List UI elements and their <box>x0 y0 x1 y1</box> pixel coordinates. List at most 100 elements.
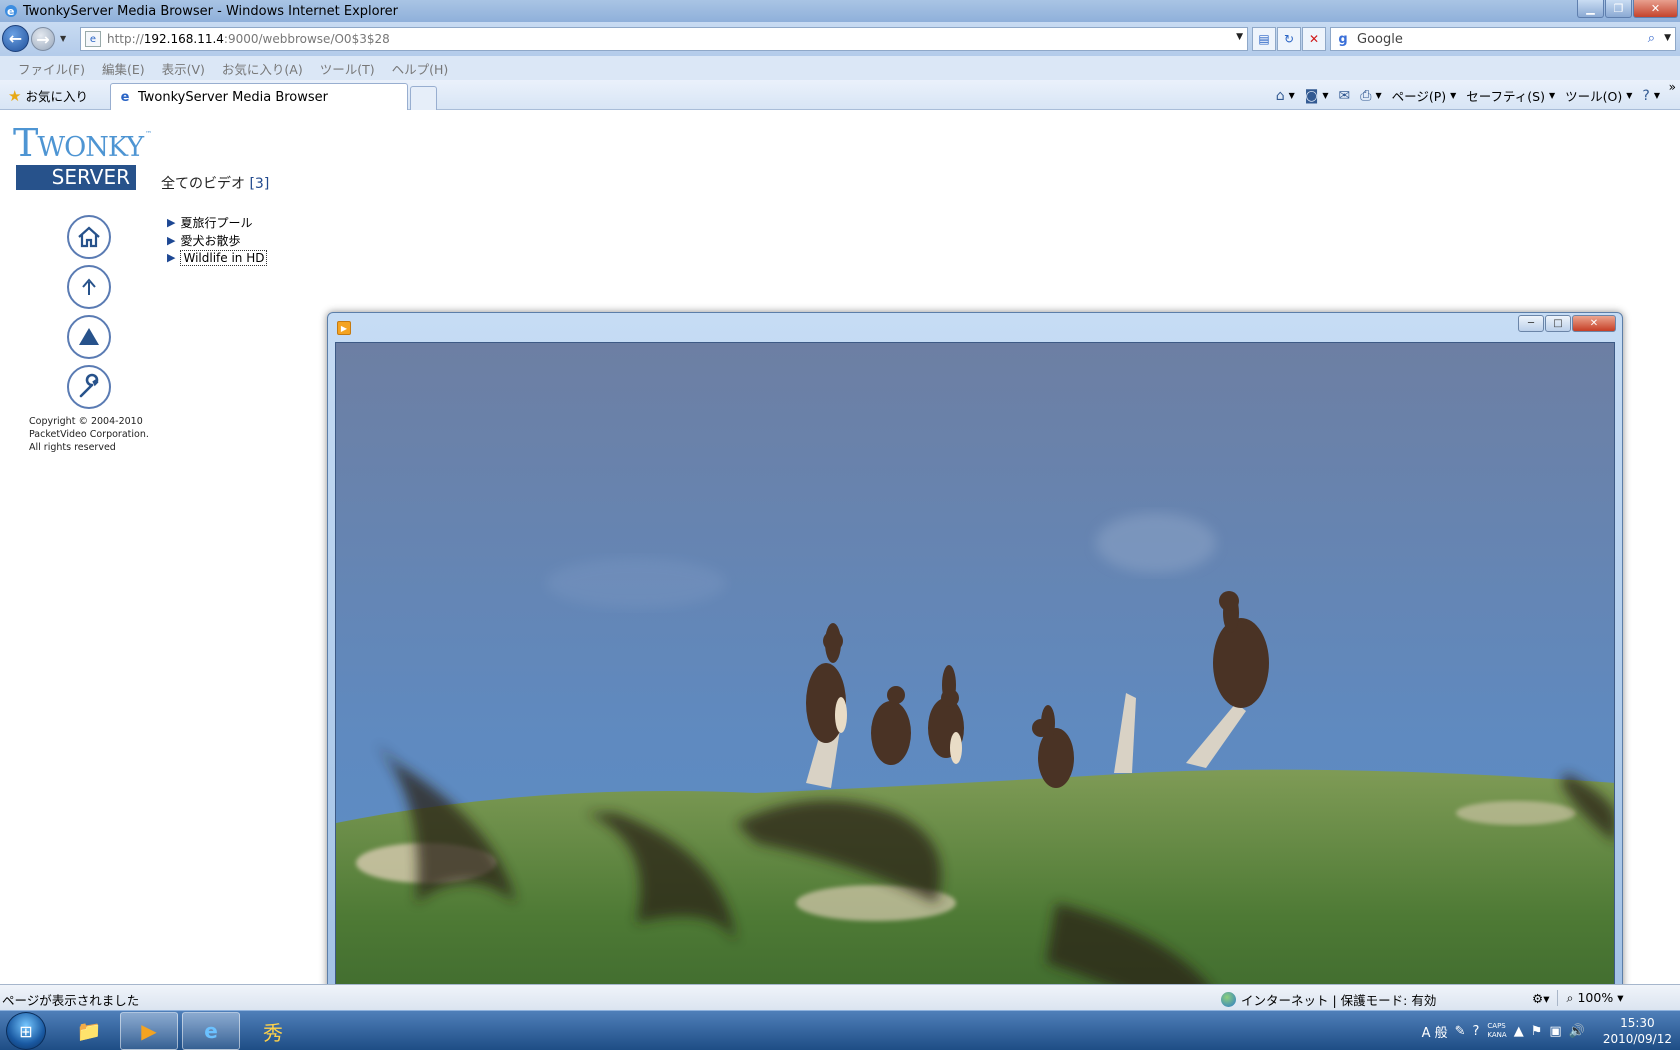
home-icon: ⌂ <box>1275 87 1285 104</box>
media-player-icon: ▶ <box>141 1019 157 1043</box>
twonky-logo[interactable]: Twonky ™ SERVER <box>13 124 152 194</box>
flag-icon[interactable]: ⚑ <box>1531 1024 1543 1039</box>
search-dropdown-icon[interactable]: ▼ <box>1664 33 1671 43</box>
menu-help[interactable]: ヘルプ(H) <box>392 59 449 78</box>
refresh-icon[interactable]: ↻ <box>1277 27 1301 51</box>
breadcrumb: 全てのビデオ [3] <box>161 176 270 192</box>
top-nav-button[interactable] <box>67 315 111 359</box>
back-arrow-icon: ← <box>8 29 23 48</box>
network-icon[interactable]: ▣ <box>1549 1024 1561 1039</box>
video-minimize-button[interactable]: ─ <box>1518 315 1544 332</box>
feeds-button[interactable]: ◙ ▼ <box>1305 88 1329 104</box>
tray-expand-icon[interactable]: ▲ <box>1514 1024 1524 1039</box>
play-triangle-icon: ▶ <box>167 216 176 230</box>
window-titlebar: e TwonkyServer Media Browser - Windows I… <box>0 0 1680 22</box>
play-triangle-icon: ▶ <box>167 233 176 247</box>
mail-icon: ✉ <box>1338 87 1351 104</box>
folder-icon: 📁 <box>76 1019 102 1043</box>
forward-arrow-icon: → <box>36 29 50 49</box>
caps-kana-indicator: CAPS KANA <box>1487 1022 1507 1039</box>
video-player-window[interactable]: ▶ ─ □ ✕ <box>327 312 1623 1050</box>
home-nav-button[interactable] <box>67 215 111 259</box>
minimize-button[interactable]: ▁ <box>1577 0 1604 18</box>
window-title: TwonkyServer Media Browser - Windows Int… <box>23 3 398 19</box>
more-chevron-icon[interactable]: » <box>1669 80 1676 94</box>
favorites-button[interactable]: ★ お気に入り <box>8 86 88 105</box>
zoom-icon: ⌕ <box>1566 990 1574 1005</box>
explorer-taskbar-button[interactable]: 📁 <box>60 1012 118 1050</box>
menu-tools[interactable]: ツール(T) <box>320 59 375 78</box>
search-icon[interactable]: ⌕ <box>1648 31 1655 46</box>
svg-text:e: e <box>7 5 14 18</box>
addon-icon[interactable]: ⚙▾ <box>1532 991 1549 1006</box>
play-triangle-icon: ▶ <box>167 251 176 265</box>
tab-twonky[interactable]: e TwonkyServer Media Browser <box>110 83 408 110</box>
google-icon: g <box>1338 31 1348 47</box>
up-icon <box>82 278 96 295</box>
tools-menu[interactable]: ツール(O) ▼ <box>1565 86 1632 105</box>
system-tray: A 般 ✎ ? CAPS KANA ▲ ⚑ ▣ 🔊 15:30 2010/09/1… <box>1415 1011 1672 1050</box>
status-bar: ページが表示されました インターネット | 保護モード: 有効 ⚙▾ ⌕ 100… <box>0 984 1680 1010</box>
new-tab-button[interactable] <box>410 86 437 110</box>
ime-icon[interactable]: A 般 <box>1422 1022 1448 1041</box>
menu-favorites[interactable]: お気に入り(A) <box>222 59 303 78</box>
video-close-button[interactable]: ✕ <box>1572 315 1616 332</box>
safety-menu[interactable]: セーフティ(S) ▼ <box>1466 86 1555 105</box>
close-button[interactable]: ✕ <box>1633 0 1678 18</box>
up-nav-button[interactable] <box>67 265 111 309</box>
zoom-control[interactable]: ⌕ 100% ▾ <box>1566 990 1623 1006</box>
app-taskbar-button[interactable]: 秀 <box>244 1012 302 1050</box>
home-icon <box>78 226 100 248</box>
windows-logo-icon: ⊞ <box>19 1021 33 1041</box>
address-input[interactable]: e http://192.168.11.4:9000/webbrowse/O0$… <box>80 27 1248 51</box>
search-input[interactable]: g Google ⌕ ▼ <box>1330 27 1676 51</box>
address-dropdown-icon[interactable]: ▼ <box>1236 32 1243 42</box>
menu-edit[interactable]: 編集(E) <box>102 59 145 78</box>
copyright-text: Copyright © 2004-2010 PacketVideo Corpor… <box>29 416 149 453</box>
address-url[interactable]: http://192.168.11.4:9000/webbrowse/O0$3$… <box>107 32 390 46</box>
page-content: Twonky ™ SERVER 全てのビデオ [3] Copyright © 2… <box>0 111 1680 1050</box>
video-frame-image <box>336 343 1614 1050</box>
menu-view[interactable]: 表示(V) <box>162 59 205 78</box>
rss-icon: ◙ <box>1304 87 1319 104</box>
ie-icon: e <box>204 1019 218 1043</box>
settings-nav-button[interactable] <box>67 365 111 409</box>
forward-button[interactable]: → <box>31 27 55 51</box>
ime-tool-icon[interactable]: ✎ <box>1455 1024 1466 1039</box>
menu-file[interactable]: ファイル(F) <box>18 59 85 78</box>
wrench-icon <box>79 373 99 398</box>
stop-icon[interactable]: ✕ <box>1302 27 1326 51</box>
help-icon: ? <box>1642 87 1650 104</box>
top-icon <box>79 328 99 345</box>
clock[interactable]: 15:30 2010/09/12 <box>1603 1015 1672 1047</box>
globe-icon <box>1221 992 1236 1007</box>
mail-button[interactable]: ✉ <box>1339 88 1351 104</box>
history-dropdown-icon[interactable]: ▼ <box>60 34 66 43</box>
ie-taskbar-button[interactable]: e <box>182 1012 240 1050</box>
video-maximize-button[interactable]: □ <box>1545 315 1571 332</box>
volume-icon[interactable]: 🔊 <box>1569 1024 1585 1039</box>
ie-icon: e <box>5 5 17 18</box>
address-row: ← → ▼ e http://192.168.11.4:9000/webbrow… <box>0 22 1680 56</box>
list-item[interactable]: ▶ Wildlife in HD <box>167 249 268 267</box>
home-button[interactable]: ⌂ ▼ <box>1276 88 1295 104</box>
menu-bar: ファイル(F) 編集(E) 表示(V) お気に入り(A) ツール(T) ヘルプ(… <box>0 56 1680 80</box>
print-button[interactable]: ⎙ ▼ <box>1360 88 1381 104</box>
app-icon: 秀 <box>263 1020 283 1045</box>
security-zone[interactable]: インターネット | 保護モード: 有効 <box>1221 990 1436 1009</box>
ime-help-icon[interactable]: ? <box>1473 1024 1480 1039</box>
page-icon: e <box>85 31 101 47</box>
list-item[interactable]: ▶ 夏旅行プール <box>167 214 267 232</box>
start-button[interactable]: ⊞ <box>6 1012 46 1050</box>
media-player-taskbar-button[interactable]: ▶ <box>120 1012 178 1050</box>
back-button[interactable]: ← <box>2 25 29 52</box>
help-menu[interactable]: ? ▼ <box>1642 88 1660 104</box>
command-bar: ⌂ ▼ ◙ ▼ ✉ ⎙ ▼ ページ(P) ▼ セーフティ(S) ▼ ツール(O) ▼ ? ▼ <box>1266 86 1660 105</box>
list-item[interactable]: ▶ 愛犬お散歩 <box>167 232 267 250</box>
maximize-button[interactable]: ❐ <box>1605 0 1632 18</box>
video-frame[interactable] <box>335 342 1615 1050</box>
status-text: ページが表示されました <box>2 993 140 1008</box>
page-menu[interactable]: ページ(P) ▼ <box>1392 86 1457 105</box>
printer-icon: ⎙ <box>1360 87 1372 104</box>
compatibility-view-icon[interactable]: ▤ <box>1252 27 1276 51</box>
